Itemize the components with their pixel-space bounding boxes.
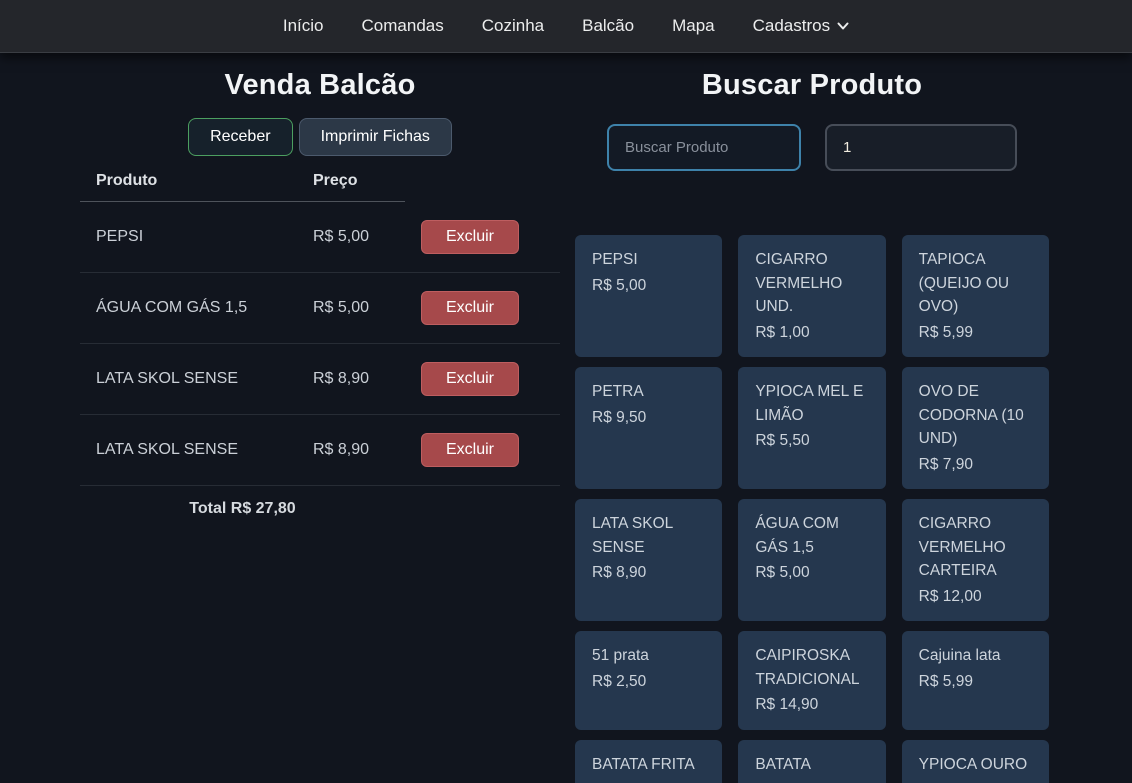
product-card-price: R$ 1,00: [755, 321, 868, 345]
venda-actions: Receber Imprimir Fichas: [80, 118, 560, 156]
product-card-name: PEPSI: [592, 248, 705, 272]
venda-balcao-title: Venda Balcão: [80, 69, 560, 102]
product-card[interactable]: OVO DE CODORNA (10 UND) R$ 7,90: [902, 367, 1049, 489]
search-row: [575, 124, 1049, 171]
imprimir-fichas-button[interactable]: Imprimir Fichas: [299, 118, 452, 156]
nav-item-cozinha[interactable]: Cozinha: [482, 16, 544, 36]
buscar-produto-panel: Buscar Produto PEPSI R$ 5,00 CIGARRO VER…: [575, 53, 1049, 783]
order-table-header: Produto Preço: [80, 162, 560, 202]
product-card-name: Cajuina lata: [919, 644, 1032, 668]
product-card-price: R$ 7,90: [919, 453, 1032, 477]
product-card-price: R$ 8,90: [592, 561, 705, 585]
receber-button[interactable]: Receber: [188, 118, 292, 156]
product-card-name: CIGARRO VERMELHO CARTEIRA: [919, 512, 1032, 583]
product-card[interactable]: CIGARRO VERMELHO UND. R$ 1,00: [738, 235, 885, 357]
product-card-name: YPIOCA OURO: [919, 753, 1032, 777]
product-card[interactable]: PEPSI R$ 5,00: [575, 235, 722, 357]
nav-item-cadastros[interactable]: Cadastros: [753, 16, 849, 36]
order-row-produto: ÁGUA COM GÁS 1,5: [80, 272, 297, 343]
product-card-price: R$ 5,00: [755, 561, 868, 585]
product-card[interactable]: BATATA: [738, 740, 885, 783]
product-card[interactable]: YPIOCA MEL E LIMÃO R$ 5,50: [738, 367, 885, 489]
product-card-name: CAIPIROSKA TRADICIONAL: [755, 644, 868, 691]
product-card-price: R$ 5,99: [919, 321, 1032, 345]
product-card-price: R$ 9,50: [592, 406, 705, 430]
product-card[interactable]: Cajuina lata R$ 5,99: [902, 631, 1049, 730]
venda-balcao-panel: Venda Balcão Receber Imprimir Fichas Pro…: [80, 53, 560, 783]
order-row-produto: LATA SKOL SENSE: [80, 343, 297, 414]
buscar-produto-title: Buscar Produto: [575, 69, 1049, 102]
product-card-price: R$ 5,99: [919, 670, 1032, 694]
product-card-price: R$ 2,50: [592, 670, 705, 694]
column-header-actions: [405, 162, 560, 202]
product-card[interactable]: CAIPIROSKA TRADICIONAL R$ 14,90: [738, 631, 885, 730]
excluir-button[interactable]: Excluir: [421, 291, 519, 325]
product-card[interactable]: TAPIOCA (QUEIJO OU OVO) R$ 5,99: [902, 235, 1049, 357]
product-card[interactable]: ÁGUA COM GÁS 1,5 R$ 5,00: [738, 499, 885, 621]
product-card[interactable]: PETRA R$ 9,50: [575, 367, 722, 489]
product-card[interactable]: 51 prata R$ 2,50: [575, 631, 722, 730]
product-card-price: R$ 12,00: [919, 585, 1032, 609]
order-row: LATA SKOL SENSE R$ 8,90 Excluir: [80, 414, 560, 485]
search-input[interactable]: [607, 124, 801, 171]
order-row-preco: R$ 8,90: [297, 343, 405, 414]
cadastros-label: Cadastros: [753, 16, 830, 36]
order-row: ÁGUA COM GÁS 1,5 R$ 5,00 Excluir: [80, 272, 560, 343]
order-row-produto: PEPSI: [80, 202, 297, 273]
order-row: PEPSI R$ 5,00 Excluir: [80, 202, 560, 273]
excluir-button[interactable]: Excluir: [421, 220, 519, 254]
product-card-name: ÁGUA COM GÁS 1,5: [755, 512, 868, 559]
order-row: LATA SKOL SENSE R$ 8,90 Excluir: [80, 343, 560, 414]
nav-item-comandas[interactable]: Comandas: [362, 16, 444, 36]
order-row-preco: R$ 8,90: [297, 414, 405, 485]
product-card-name: YPIOCA MEL E LIMÃO: [755, 380, 868, 427]
product-card-name: TAPIOCA (QUEIJO OU OVO): [919, 248, 1032, 319]
order-total-row: Total R$ 27,80: [80, 485, 560, 532]
order-total: Total R$ 27,80: [80, 485, 405, 532]
order-row-preco: R$ 5,00: [297, 202, 405, 273]
column-header-preco: Preço: [297, 162, 405, 202]
product-card-name: BATATA: [755, 753, 868, 777]
excluir-button[interactable]: Excluir: [421, 433, 519, 467]
column-header-produto: Produto: [80, 162, 297, 202]
quantity-input[interactable]: [825, 124, 1017, 171]
nav-item-balcao[interactable]: Balcão: [582, 16, 634, 36]
product-card-name: BATATA FRITA: [592, 753, 705, 777]
product-card[interactable]: LATA SKOL SENSE R$ 8,90: [575, 499, 722, 621]
chevron-down-icon: [837, 16, 849, 36]
product-card[interactable]: BATATA FRITA: [575, 740, 722, 783]
product-card-name: 51 prata: [592, 644, 705, 668]
nav-item-inicio[interactable]: Início: [283, 16, 324, 36]
product-card-name: OVO DE CODORNA (10 UND): [919, 380, 1032, 451]
product-card-name: LATA SKOL SENSE: [592, 512, 705, 559]
product-card[interactable]: CIGARRO VERMELHO CARTEIRA R$ 12,00: [902, 499, 1049, 621]
product-card-name: CIGARRO VERMELHO UND.: [755, 248, 868, 319]
product-card[interactable]: YPIOCA OURO: [902, 740, 1049, 783]
order-table: Produto Preço PEPSI R$ 5,00 Excluir ÁGUA…: [80, 162, 560, 532]
product-card-name: PETRA: [592, 380, 705, 404]
top-nav: Início Comandas Cozinha Balcão Mapa Cada…: [0, 0, 1132, 53]
order-row-produto: LATA SKOL SENSE: [80, 414, 297, 485]
product-card-price: R$ 14,90: [755, 693, 868, 717]
excluir-button[interactable]: Excluir: [421, 362, 519, 396]
product-card-price: R$ 5,00: [592, 274, 705, 298]
order-row-preco: R$ 5,00: [297, 272, 405, 343]
product-grid: PEPSI R$ 5,00 CIGARRO VERMELHO UND. R$ 1…: [575, 235, 1049, 783]
nav-item-mapa[interactable]: Mapa: [672, 16, 715, 36]
product-card-price: R$ 5,50: [755, 429, 868, 453]
